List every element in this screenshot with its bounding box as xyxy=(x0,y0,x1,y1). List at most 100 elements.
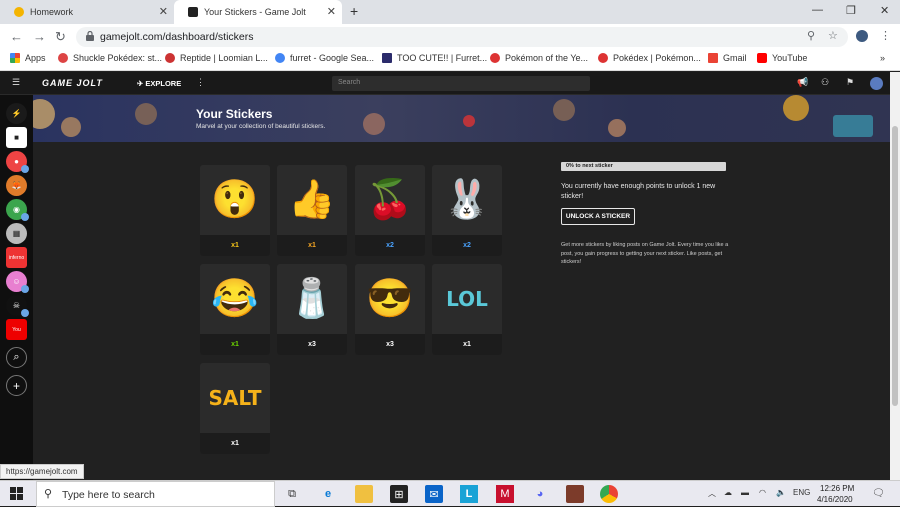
profile-avatar-icon[interactable] xyxy=(856,30,868,42)
gamejolt-logo[interactable]: GAME JOLT xyxy=(42,78,103,88)
restore-icon[interactable]: ❐ xyxy=(846,4,856,17)
onedrive-icon[interactable]: ☁ xyxy=(724,488,732,497)
friends-icon[interactable]: ⚇ xyxy=(821,77,829,88)
app-icon[interactable] xyxy=(566,485,584,503)
bookmark-gmail[interactable]: Gmail xyxy=(708,53,747,63)
reload-icon[interactable]: ↻ xyxy=(55,29,66,45)
windows-start-icon[interactable] xyxy=(10,487,23,500)
pokemon-community-icon[interactable]: ● xyxy=(6,151,29,173)
sticker-card[interactable]: 😂 x1 xyxy=(200,264,270,355)
sticker-card[interactable]: 😎 x3 xyxy=(355,264,425,355)
zoom-icon[interactable]: ⚲ xyxy=(807,29,815,42)
unlock-message: You currently have enough points to unlo… xyxy=(561,183,716,200)
community-sidebar: ⚡ ■ ● 🦊 ◉ ▦ inferno ☺ ☠ You ⌕ + xyxy=(0,95,33,480)
new-tab-icon[interactable]: + xyxy=(350,3,358,19)
unlock-sticker-button[interactable]: UNLOCK A STICKER xyxy=(561,208,635,225)
checker-community-icon[interactable]: ▦ xyxy=(6,223,27,244)
bookmark-reptide[interactable]: Reptide | Loomian L... xyxy=(165,53,268,63)
sticker-card[interactable]: 🐰 x2 xyxy=(432,165,502,256)
pink-community-icon[interactable]: ☺ xyxy=(6,271,29,293)
discord-icon[interactable]: ◕ xyxy=(531,485,549,503)
edge-icon[interactable]: e xyxy=(319,485,337,503)
reptide-icon xyxy=(165,53,175,63)
notification-badge xyxy=(21,165,29,173)
sticker-count: x1 xyxy=(200,235,270,256)
tab-your-stickers[interactable]: Your Stickers - Game Jolt ✕ xyxy=(174,0,342,24)
gamejolt-icon xyxy=(188,7,198,17)
sticker-card[interactable]: 🍒 x2 xyxy=(355,165,425,256)
sticker-card[interactable]: SALT x1 xyxy=(200,363,270,454)
bookmark-apps[interactable]: Apps xyxy=(10,53,46,63)
hamburger-menu-icon[interactable]: ☰ xyxy=(12,77,20,88)
address-bar[interactable]: gamejolt.com/dashboard/stickers xyxy=(76,27,848,47)
browser-tab-bar: Homework ✕ Your Stickers - Game Jolt ✕ +… xyxy=(0,0,900,24)
user-avatar[interactable] xyxy=(870,77,883,90)
file-explorer-icon[interactable] xyxy=(355,485,373,503)
game-community-icon[interactable]: ◉ xyxy=(6,199,29,221)
forward-icon[interactable]: → xyxy=(33,29,46,44)
banner-decoration xyxy=(608,119,626,137)
menu-dots-icon[interactable]: ⋮ xyxy=(880,29,891,42)
notifications-icon[interactable]: ⚑ xyxy=(846,77,854,88)
star-icon[interactable]: ☆ xyxy=(828,29,838,42)
sticker-card[interactable]: LOL x1 xyxy=(432,264,502,355)
page-scrollbar[interactable] xyxy=(890,72,900,480)
infernal-community-icon[interactable]: inferno xyxy=(6,247,27,268)
lexia-icon[interactable]: L xyxy=(460,485,478,503)
minimize-icon[interactable]: — xyxy=(812,4,823,16)
activity-icon[interactable]: 📢 xyxy=(797,77,808,88)
sticker-card[interactable]: 🧂 x3 xyxy=(277,264,347,355)
chrome-icon[interactable] xyxy=(600,485,618,503)
language-indicator[interactable]: ENG xyxy=(793,488,810,497)
site-search-input[interactable]: Search xyxy=(332,76,590,91)
mcafee-icon[interactable]: M xyxy=(496,485,514,503)
bookmark-shuckle[interactable]: Shuckle Pokédex: st... xyxy=(58,53,162,63)
url-text: gamejolt.com/dashboard/stickers xyxy=(100,31,254,43)
close-window-icon[interactable]: ✕ xyxy=(880,4,889,17)
youtube-community-icon[interactable]: You xyxy=(6,319,27,340)
bookmark-pokemon-of-year[interactable]: Pokémon of the Ye... xyxy=(490,53,588,63)
cool-sunglasses-sticker: 😎 xyxy=(366,278,414,320)
tray-app-icon[interactable]: ▬ xyxy=(741,488,749,497)
roblox-community-icon[interactable]: ■ xyxy=(6,127,27,148)
clock-time[interactable]: 12:26 PM xyxy=(820,484,854,493)
confused-bunny-sticker: 🐰 xyxy=(443,179,491,221)
page-subtitle: Marvel at your collection of beautiful s… xyxy=(196,123,326,130)
close-icon[interactable]: ✕ xyxy=(327,5,336,18)
sticker-card[interactable]: 👍 x1 xyxy=(277,165,347,256)
clock-date[interactable]: 4/16/2020 xyxy=(817,495,853,504)
pokeball-icon xyxy=(598,53,608,63)
show-hidden-icons-icon[interactable]: ︿ xyxy=(708,488,716,499)
store-icon[interactable]: ⊞ xyxy=(390,485,408,503)
google-icon xyxy=(275,53,285,63)
skull-community-icon[interactable]: ☠ xyxy=(6,295,29,317)
banner-decoration xyxy=(463,115,475,127)
taskbar-search-box[interactable]: ⚲ Type here to search xyxy=(36,481,275,507)
bookmark-pokedex[interactable]: Pokédex | Pokémon... xyxy=(598,53,701,63)
notification-badge xyxy=(21,285,29,293)
scroll-thumb[interactable] xyxy=(892,126,898,406)
notification-center-icon[interactable]: 🗨 xyxy=(872,488,885,499)
wifi-icon[interactable]: ◠ xyxy=(759,488,766,497)
tab-homework[interactable]: Homework ✕ xyxy=(0,0,174,24)
sticker-card[interactable]: 😲 x1 xyxy=(200,165,270,256)
close-icon[interactable]: ✕ xyxy=(159,5,168,18)
fox-community-icon[interactable]: 🦊 xyxy=(6,175,27,196)
page-icon xyxy=(382,53,392,63)
bookmark-furret-search[interactable]: furret - Google Sea... xyxy=(275,53,374,63)
gamejolt-home-icon[interactable]: ⚡ xyxy=(6,103,27,124)
more-dots-icon[interactable]: ⋮ xyxy=(196,77,205,88)
mail-icon[interactable]: ✉ xyxy=(425,485,443,503)
bookmark-too-cute[interactable]: TOO CUTE!! | Furret... xyxy=(382,53,487,63)
back-icon[interactable]: ← xyxy=(10,29,23,44)
volume-icon[interactable]: 🔈 xyxy=(776,488,786,497)
notification-badge xyxy=(21,213,29,221)
task-view-icon[interactable]: ⧉ xyxy=(283,485,301,503)
explore-link[interactable]: ✈ EXPLORE xyxy=(137,79,181,88)
search-icon[interactable]: ⌕ xyxy=(6,347,27,368)
add-community-icon[interactable]: + xyxy=(6,375,27,396)
bookmarks-overflow-icon[interactable]: » xyxy=(880,53,885,63)
sticker-count: x2 xyxy=(355,235,425,256)
banner-decoration xyxy=(61,117,81,137)
bookmark-youtube[interactable]: YouTube xyxy=(757,53,807,63)
